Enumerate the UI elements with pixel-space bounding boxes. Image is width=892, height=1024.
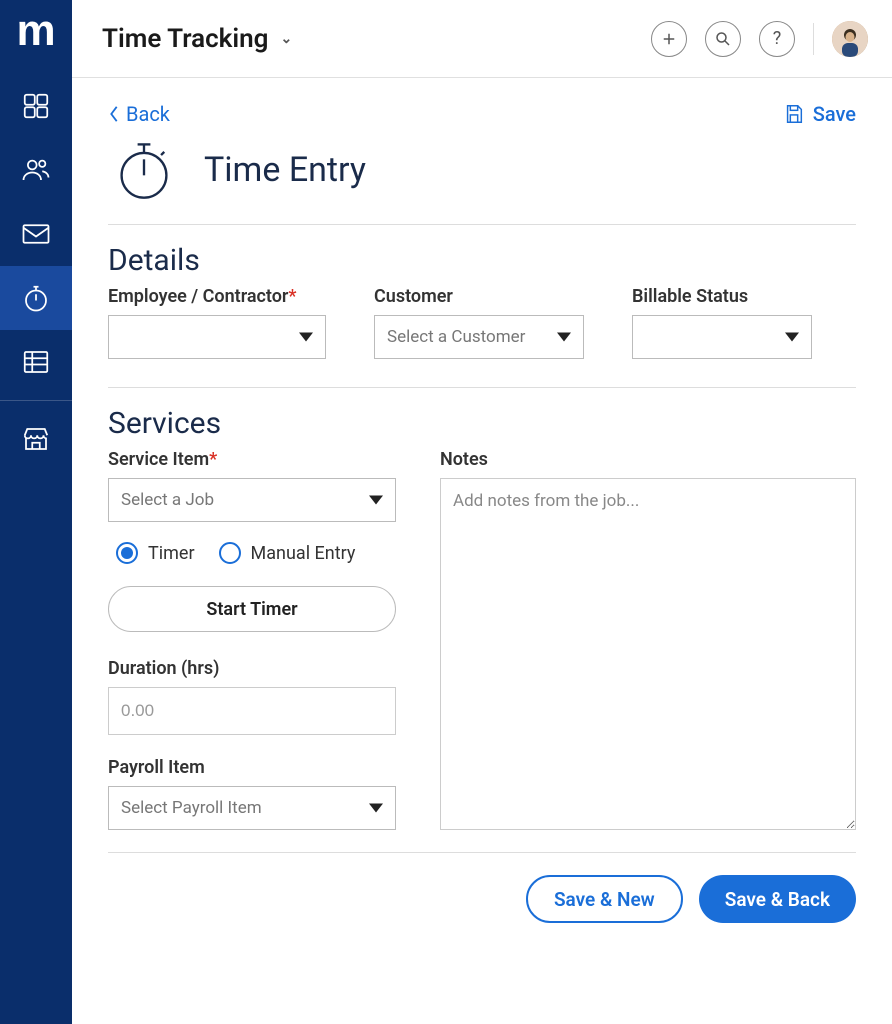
avatar-icon <box>832 21 868 57</box>
service-item-select[interactable]: Select a Job <box>108 478 396 522</box>
service-item-label: Service Item* <box>108 449 396 470</box>
employee-select[interactable] <box>108 315 326 359</box>
caret-down-icon <box>557 333 571 342</box>
save-new-button[interactable]: Save & New <box>526 875 683 923</box>
payroll-select[interactable]: Select Payroll Item <box>108 786 396 830</box>
sidebar: m <box>0 0 72 1024</box>
chevron-down-icon: ⌄ <box>280 31 292 47</box>
payroll-label: Payroll Item <box>108 757 396 778</box>
details-row: Employee / Contractor* Customer Select a… <box>108 286 856 359</box>
customer-label: Customer <box>374 286 584 307</box>
save-label: Save <box>813 102 856 126</box>
back-link[interactable]: Back <box>108 102 170 126</box>
top-row: Back Save <box>108 102 856 126</box>
customer-select[interactable]: Select a Customer <box>374 315 584 359</box>
mail-icon <box>21 219 51 249</box>
help-button[interactable]: ? <box>759 21 795 57</box>
billable-field: Billable Status <box>632 286 812 359</box>
radio-circle-icon <box>219 542 241 564</box>
sidebar-item-contacts[interactable] <box>0 138 72 202</box>
search-icon <box>714 30 732 48</box>
services-title: Services <box>108 406 856 441</box>
header-divider <box>813 23 814 55</box>
caret-down-icon <box>299 333 313 342</box>
billable-select[interactable] <box>632 315 812 359</box>
section-divider <box>108 224 856 225</box>
save-link[interactable]: Save <box>783 102 856 126</box>
details-title: Details <box>108 243 856 278</box>
entry-mode-radios: Timer Manual Entry <box>116 542 396 564</box>
radio-manual-label: Manual Entry <box>251 543 356 564</box>
payroll-field: Payroll Item Select Payroll Item <box>108 757 396 830</box>
storefront-icon <box>21 424 51 454</box>
table-icon <box>21 347 51 377</box>
payroll-placeholder: Select Payroll Item <box>121 798 262 818</box>
chevron-left-icon <box>108 105 120 123</box>
caret-down-icon <box>369 804 383 813</box>
caret-down-icon <box>369 496 383 505</box>
duration-field: Duration (hrs) <box>108 658 396 735</box>
notes-label: Notes <box>440 449 856 470</box>
search-button[interactable] <box>705 21 741 57</box>
sidebar-item-marketplace[interactable] <box>0 407 72 471</box>
radio-timer-label: Timer <box>148 543 195 564</box>
sidebar-divider <box>0 400 72 401</box>
customer-placeholder: Select a Customer <box>387 327 525 347</box>
services-right: Notes <box>440 449 856 830</box>
stopwatch-large-icon <box>112 138 176 202</box>
avatar[interactable] <box>832 21 868 57</box>
save-back-button[interactable]: Save & Back <box>699 875 856 923</box>
billable-label: Billable Status <box>632 286 812 307</box>
people-icon <box>21 155 51 185</box>
radio-manual[interactable]: Manual Entry <box>219 542 356 564</box>
service-item-placeholder: Select a Job <box>121 490 214 510</box>
header-actions: ? <box>651 21 868 57</box>
grid-icon <box>21 91 51 121</box>
service-item-field: Service Item* Select a Job <box>108 449 396 522</box>
duration-label: Duration (hrs) <box>108 658 396 679</box>
page-title-row: Time Entry <box>108 138 856 202</box>
employee-label: Employee / Contractor* <box>108 286 326 307</box>
employee-field: Employee / Contractor* <box>108 286 326 359</box>
customer-field: Customer Select a Customer <box>374 286 584 359</box>
header-title-text: Time Tracking <box>102 24 268 54</box>
start-timer-button[interactable]: Start Timer <box>108 586 396 632</box>
sidebar-item-dashboard[interactable] <box>0 74 72 138</box>
back-label: Back <box>126 102 170 126</box>
stopwatch-icon <box>21 283 51 313</box>
footer-row: Save & New Save & Back <box>108 853 856 951</box>
radio-circle-checked-icon <box>116 542 138 564</box>
plus-icon <box>660 30 678 48</box>
save-icon <box>783 103 805 125</box>
notes-textarea[interactable] <box>440 478 856 830</box>
services-grid: Service Item* Select a Job Timer Manual … <box>108 449 856 830</box>
page-title: Time Entry <box>204 150 366 190</box>
caret-down-icon <box>785 333 799 342</box>
duration-input[interactable] <box>108 687 396 735</box>
sidebar-item-mail[interactable] <box>0 202 72 266</box>
radio-timer[interactable]: Timer <box>116 542 195 564</box>
question-icon: ? <box>773 28 782 49</box>
sidebar-item-reports[interactable] <box>0 330 72 394</box>
services-left: Service Item* Select a Job Timer Manual … <box>108 449 396 830</box>
app-logo[interactable]: m <box>16 6 55 56</box>
header: Time Tracking ⌄ ? <box>72 0 892 78</box>
header-title-dropdown[interactable]: Time Tracking ⌄ <box>102 24 292 54</box>
section-divider <box>108 387 856 388</box>
add-button[interactable] <box>651 21 687 57</box>
content: Back Save Time Entry Details Employee / … <box>72 78 892 1024</box>
sidebar-item-time[interactable] <box>0 266 72 330</box>
